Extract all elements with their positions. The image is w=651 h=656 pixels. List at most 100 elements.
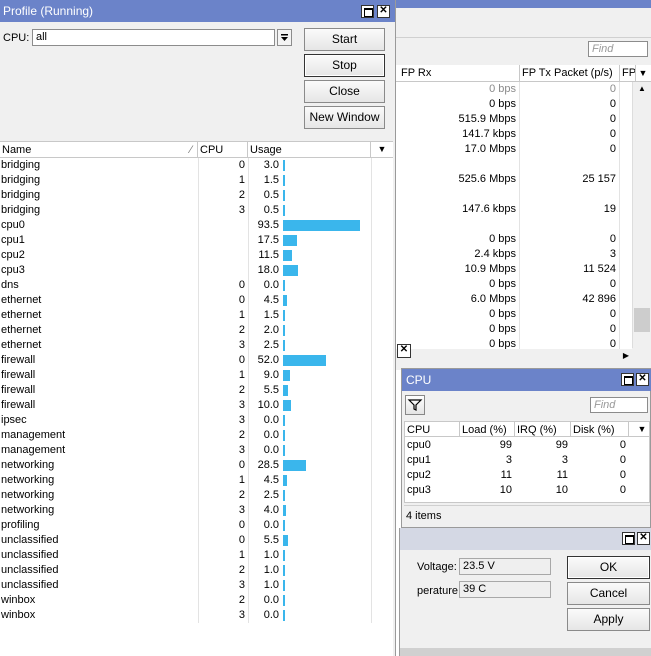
column-fp-tx-packet[interactable]: FP Tx Packet (p/s) <box>520 65 620 81</box>
close-icon[interactable]: ✕ <box>637 532 650 545</box>
table-row[interactable]: cpu1 3 3 0 <box>405 453 651 468</box>
table-row[interactable]: 17.0 Mbps 0 <box>395 142 632 157</box>
table-row[interactable]: unclassified 1 1.0 <box>0 548 393 563</box>
table-row[interactable]: cpu2 11 11 0 <box>405 468 651 483</box>
usage-bar <box>283 565 285 576</box>
traffic-column-menu-button[interactable]: ▼ <box>635 65 651 81</box>
table-row[interactable]: bridging 1 1.5 <box>0 173 393 188</box>
table-row[interactable]: bridging 2 0.5 <box>0 188 393 203</box>
filter-button[interactable] <box>405 395 425 415</box>
column-name[interactable]: Name ⁄ <box>0 142 198 158</box>
process-cpu: 1 <box>238 549 245 561</box>
table-row[interactable]: 2.4 kbps 3 <box>395 247 632 262</box>
maximize-icon[interactable] <box>621 373 634 386</box>
table-row[interactable]: unclassified 3 1.0 <box>0 578 393 593</box>
table-row[interactable]: 0 bps 0 <box>395 322 632 337</box>
column-usage[interactable]: Usage <box>248 142 371 158</box>
maximize-icon[interactable] <box>361 5 374 18</box>
table-row[interactable]: firewall 2 5.5 <box>0 383 393 398</box>
table-row[interactable]: ethernet 2 2.0 <box>0 323 393 338</box>
cpu-find-input[interactable]: Find <box>590 397 648 413</box>
table-row[interactable]: unclassified 0 5.5 <box>0 533 393 548</box>
table-row[interactable]: cpu1 17.5 <box>0 233 393 248</box>
table-row[interactable]: 0 bps 0 <box>395 307 632 322</box>
usage-bar <box>283 310 285 321</box>
profile-column-menu-button[interactable]: ▼ <box>373 142 391 157</box>
table-row[interactable]: 0 bps 0 <box>395 82 632 97</box>
stop-button[interactable]: Stop <box>304 54 385 77</box>
table-row[interactable]: cpu2 11.5 <box>0 248 393 263</box>
scroll-right-arrow-icon[interactable]: ▶ <box>619 349 633 363</box>
traffic-find-input[interactable]: Find <box>588 41 648 57</box>
table-row[interactable] <box>395 217 632 232</box>
table-row[interactable]: 515.9 Mbps 0 <box>395 112 632 127</box>
close-icon[interactable]: ✕ <box>397 344 411 358</box>
column-irq[interactable]: IRQ (%) <box>515 422 571 438</box>
traffic-scroll-thumb[interactable] <box>634 308 650 332</box>
column-disk[interactable]: Disk (%) <box>571 422 629 438</box>
table-row[interactable]: ethernet 1 1.5 <box>0 308 393 323</box>
table-row[interactable]: bridging 0 3.0 <box>0 158 393 173</box>
table-row[interactable]: winbox 2 0.0 <box>0 593 393 608</box>
fp-rx-value: 0 bps <box>395 82 520 97</box>
table-row[interactable]: management 3 0.0 <box>0 443 393 458</box>
close-icon[interactable]: ✕ <box>377 5 390 18</box>
table-row[interactable]: ethernet 3 2.5 <box>0 338 393 353</box>
column-cpu[interactable]: CPU <box>198 142 248 158</box>
table-row[interactable]: firewall 1 9.0 <box>0 368 393 383</box>
table-row[interactable]: dns 0 0.0 <box>0 278 393 293</box>
cpu-column-menu-button[interactable]: ▼ <box>635 422 649 436</box>
table-row[interactable]: winbox 3 0.0 <box>0 608 393 623</box>
process-usage: 0.5 <box>263 189 279 201</box>
table-row[interactable]: 141.7 kbps 0 <box>395 127 632 142</box>
table-row[interactable]: unclassified 2 1.0 <box>0 563 393 578</box>
cpu-select-dropdown-button[interactable] <box>277 29 292 46</box>
column-load[interactable]: Load (%) <box>460 422 515 438</box>
table-row[interactable]: 0 bps 0 <box>395 277 632 292</box>
table-row[interactable]: 0 bps 0 <box>395 232 632 247</box>
table-row[interactable]: networking 0 28.5 <box>0 458 393 473</box>
table-row[interactable]: 0 bps 0 <box>395 97 632 112</box>
cpu-select[interactable]: all <box>32 29 275 46</box>
column-fp-more[interactable]: FP <box>620 65 636 81</box>
apply-button[interactable]: Apply <box>567 608 650 631</box>
traffic-vertical-scrollbar[interactable]: ▲ <box>632 82 651 348</box>
table-row[interactable] <box>395 187 632 202</box>
table-row[interactable]: networking 1 4.5 <box>0 473 393 488</box>
cpu-name: cpu0 <box>407 439 431 451</box>
table-row[interactable]: cpu3 10 10 0 <box>405 483 651 498</box>
close-button[interactable]: Close <box>304 80 385 103</box>
table-row[interactable]: ipsec 3 0.0 <box>0 413 393 428</box>
usage-bar <box>283 400 291 411</box>
table-row[interactable]: ethernet 0 4.5 <box>0 293 393 308</box>
scroll-up-arrow-icon[interactable]: ▲ <box>633 82 651 96</box>
table-row[interactable]: profiling 0 0.0 <box>0 518 393 533</box>
table-row[interactable]: bridging 3 0.5 <box>0 203 393 218</box>
cpu-name: cpu1 <box>407 454 431 466</box>
table-row[interactable]: 147.6 kbps 19 <box>395 202 632 217</box>
table-row[interactable]: networking 3 4.0 <box>0 503 393 518</box>
table-row[interactable]: cpu0 99 99 0 <box>405 438 651 453</box>
table-row[interactable] <box>395 157 632 172</box>
table-row[interactable]: firewall 0 52.0 <box>0 353 393 368</box>
new-window-button[interactable]: New Window <box>304 106 385 129</box>
cpu-load: 11 <box>500 469 512 481</box>
table-row[interactable]: 6.0 Mbps 42 896 <box>395 292 632 307</box>
process-name: networking <box>1 474 55 486</box>
table-row[interactable]: cpu3 18.0 <box>0 263 393 278</box>
table-row[interactable]: 10.9 Mbps 11 524 <box>395 262 632 277</box>
table-row[interactable]: cpu0 93.5 <box>0 218 393 233</box>
close-icon[interactable]: ✕ <box>636 373 649 386</box>
process-name: ethernet <box>1 309 42 321</box>
column-cpu[interactable]: CPU <box>405 422 460 438</box>
table-row[interactable]: networking 2 2.5 <box>0 488 393 503</box>
table-row[interactable]: firewall 3 10.0 <box>0 398 393 413</box>
maximize-icon[interactable] <box>622 532 635 545</box>
start-button[interactable]: Start <box>304 28 385 51</box>
column-fp-rx[interactable]: FP Rx <box>395 65 520 81</box>
table-row[interactable]: management 2 0.0 <box>0 428 393 443</box>
traffic-horizontal-scrollbar[interactable]: ▶ <box>395 349 651 363</box>
cancel-button[interactable]: Cancel <box>567 582 650 605</box>
table-row[interactable]: 525.6 Mbps 25 157 <box>395 172 632 187</box>
ok-button[interactable]: OK <box>567 556 650 579</box>
